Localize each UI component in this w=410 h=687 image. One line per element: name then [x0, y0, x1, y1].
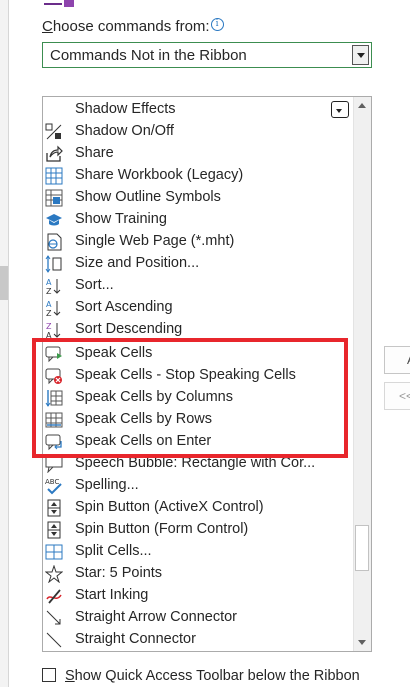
speak-rows-icon: [45, 411, 63, 429]
share-icon: [45, 145, 63, 163]
command-icon-partial: [44, 0, 74, 8]
list-item-label: Straight Connector: [75, 631, 196, 647]
sort-descending-icon: ZA: [45, 321, 63, 340]
straight-connector-icon: [45, 631, 63, 649]
list-item[interactable]: AZ Sort...: [43, 275, 355, 297]
share-workbook-icon: [45, 167, 63, 185]
list-item[interactable]: Straight Connector: [43, 629, 355, 651]
list-item[interactable]: AZ Sort Ascending: [43, 297, 355, 319]
list-item[interactable]: ABC Spelling...: [43, 475, 355, 497]
size-position-icon: [45, 255, 63, 273]
chevron-down-icon[interactable]: [331, 101, 349, 118]
list-item[interactable]: Speak Cells by Rows: [43, 409, 355, 431]
outline-symbols-icon: [45, 189, 63, 207]
list-item[interactable]: Start Inking: [43, 585, 355, 607]
list-item[interactable]: Shadow On/Off: [43, 121, 355, 143]
list-item-label: Show Outline Symbols: [75, 189, 221, 205]
list-item-label: Sort Descending: [75, 321, 183, 337]
commands-list[interactable]: Shadow Effects Shadow On/Off Share Share…: [42, 96, 372, 652]
list-item[interactable]: Speech Bubble: Rectangle with Cor...: [43, 453, 355, 475]
chevron-down-icon[interactable]: [352, 45, 369, 65]
list-item-label: Spin Button (ActiveX Control): [75, 499, 264, 515]
sort-dialog-icon: AZ: [45, 277, 63, 296]
svg-text:Z: Z: [46, 309, 52, 317]
list-item[interactable]: Show Outline Symbols: [43, 187, 355, 209]
list-item-label: Start Inking: [75, 587, 149, 603]
list-item[interactable]: Spin Button (Form Control): [43, 519, 355, 541]
left-panel-edge: [0, 0, 9, 687]
commands-list-scrollbar[interactable]: [353, 97, 371, 651]
speak-on-enter-icon: [45, 433, 63, 451]
web-page-icon: [45, 233, 63, 251]
list-item[interactable]: Speak Cells: [43, 343, 355, 365]
list-item[interactable]: Star: 5 Points: [43, 563, 355, 585]
svg-text:A: A: [46, 278, 52, 287]
list-item[interactable]: Share: [43, 143, 355, 165]
list-item-label: Show Training: [75, 211, 167, 227]
list-item-label: Star: 5 Points: [75, 565, 163, 581]
add-button[interactable]: A: [384, 346, 410, 374]
list-item-label: Speech Bubble: Rectangle with Cor...: [75, 455, 316, 471]
choose-commands-label: Choose commands from: i: [42, 18, 224, 35]
list-item-label: Size and Position...: [75, 255, 200, 271]
inking-icon: [45, 587, 63, 605]
svg-text:A: A: [46, 331, 52, 339]
list-item[interactable]: Share Workbook (Legacy): [43, 165, 355, 187]
list-item-label: Spelling...: [75, 477, 139, 493]
arrow-connector-icon: [45, 609, 63, 627]
stop-speaking-icon: [45, 367, 63, 385]
scroll-up-icon[interactable]: [354, 97, 371, 114]
svg-text:ABC: ABC: [45, 478, 59, 486]
left-panel-scroll-thumb[interactable]: [0, 266, 8, 300]
svg-text:A: A: [46, 300, 52, 309]
list-item-label: Sort Ascending: [75, 299, 173, 315]
svg-text:Z: Z: [46, 287, 52, 295]
list-item-label: Sort...: [75, 277, 114, 293]
show-qat-below-ribbon-label[interactable]: Show Quick Access Toolbar below the Ribb…: [65, 668, 360, 684]
list-item-label: Straight Arrow Connector: [75, 609, 237, 625]
spelling-icon: ABC: [45, 477, 63, 495]
list-item-label: Share Workbook (Legacy): [75, 167, 244, 183]
speak-columns-icon: [45, 389, 63, 407]
star-icon: [44, 564, 64, 584]
speech-bubble-icon: [45, 455, 63, 474]
list-item-label: Single Web Page (*.mht): [75, 233, 235, 249]
list-item-label: Speak Cells - Stop Speaking Cells: [75, 367, 296, 383]
list-item-label: Shadow Effects: [75, 101, 176, 117]
list-item[interactable]: Speak Cells on Enter: [43, 431, 355, 453]
split-cells-icon: [45, 543, 63, 561]
list-item[interactable]: Speak Cells by Columns: [43, 387, 355, 409]
speak-cells-icon: [45, 345, 63, 363]
choose-commands-dropdown[interactable]: Commands Not in the Ribbon: [42, 42, 372, 68]
list-item[interactable]: Size and Position...: [43, 253, 355, 275]
spin-button-form-icon: [45, 521, 63, 539]
info-icon[interactable]: i: [210, 18, 224, 31]
list-item[interactable]: Speak Cells - Stop Speaking Cells: [43, 365, 355, 387]
list-item[interactable]: Spin Button (ActiveX Control): [43, 497, 355, 519]
list-item-label: Speak Cells by Rows: [75, 411, 212, 427]
shadow-toggle-icon: [45, 123, 63, 141]
list-item[interactable]: ZA Sort Descending: [43, 319, 355, 341]
remove-button[interactable]: <<: [384, 382, 410, 410]
list-item-label: Speak Cells: [75, 345, 153, 361]
list-item[interactable]: Straight Arrow Connector: [43, 607, 355, 629]
svg-text:Z: Z: [46, 322, 52, 331]
graduation-cap-icon: [45, 211, 63, 229]
dropdown-selected-value: Commands Not in the Ribbon: [50, 47, 247, 64]
list-item-label: Speak Cells by Columns: [75, 389, 233, 405]
list-item-label: Speak Cells on Enter: [75, 433, 212, 449]
list-item-label: Share: [75, 145, 114, 161]
sort-ascending-icon: AZ: [45, 299, 63, 318]
scrollbar-thumb[interactable]: [355, 525, 369, 571]
list-item[interactable]: Split Cells...: [43, 541, 355, 563]
show-qat-below-ribbon-checkbox[interactable]: [42, 668, 56, 682]
spin-button-activex-icon: [45, 499, 63, 517]
list-item[interactable]: Shadow Effects: [43, 99, 355, 121]
list-item-label: Split Cells...: [75, 543, 152, 559]
list-item[interactable]: Show Training: [43, 209, 355, 231]
scroll-down-icon[interactable]: [354, 634, 371, 651]
list-item-label: Shadow On/Off: [75, 123, 174, 139]
list-item-label: Spin Button (Form Control): [75, 521, 249, 537]
list-item[interactable]: Single Web Page (*.mht): [43, 231, 355, 253]
